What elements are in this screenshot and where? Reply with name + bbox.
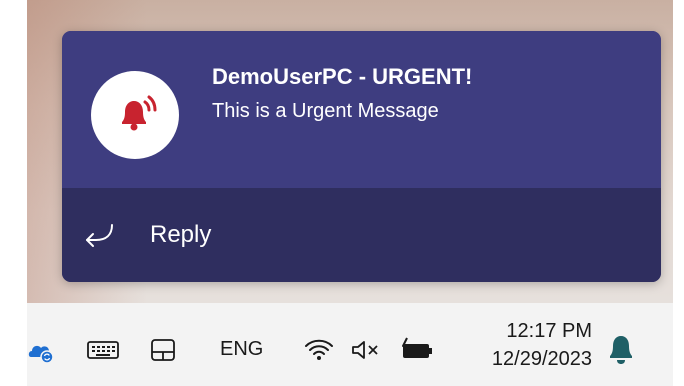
urgent-bell-icon	[91, 71, 179, 159]
onedrive-sync-icon[interactable]	[27, 337, 55, 365]
notification-title: DemoUserPC - URGENT!	[212, 64, 473, 89]
left-margin	[0, 0, 27, 386]
tablet-mode-icon[interactable]	[148, 336, 178, 364]
wifi-icon[interactable]	[303, 336, 335, 364]
notification-bell-icon[interactable]	[605, 332, 637, 366]
notification-toast[interactable]: DemoUserPC - URGENT! This is a Urgent Me…	[62, 31, 661, 282]
volume-muted-icon[interactable]	[348, 336, 384, 364]
keyboard-icon[interactable]	[85, 337, 121, 363]
clock-time: 12:17 PM	[506, 320, 592, 342]
system-clock[interactable]: 12:17 PM 12/29/2023	[462, 318, 592, 374]
battery-charging-icon[interactable]	[396, 335, 436, 363]
right-margin	[673, 0, 684, 386]
taskbar: ENG 12:17 PM 12/29/2023	[27, 303, 673, 386]
notification-body[interactable]: DemoUserPC - URGENT! This is a Urgent Me…	[62, 31, 661, 188]
notification-message: This is a Urgent Message	[212, 100, 439, 122]
language-indicator[interactable]: ENG	[220, 338, 263, 361]
reply-button[interactable]: Reply	[82, 213, 211, 257]
clock-date: 12/29/2023	[491, 348, 592, 370]
reply-label: Reply	[150, 221, 212, 248]
reply-arrow-icon	[82, 221, 116, 249]
